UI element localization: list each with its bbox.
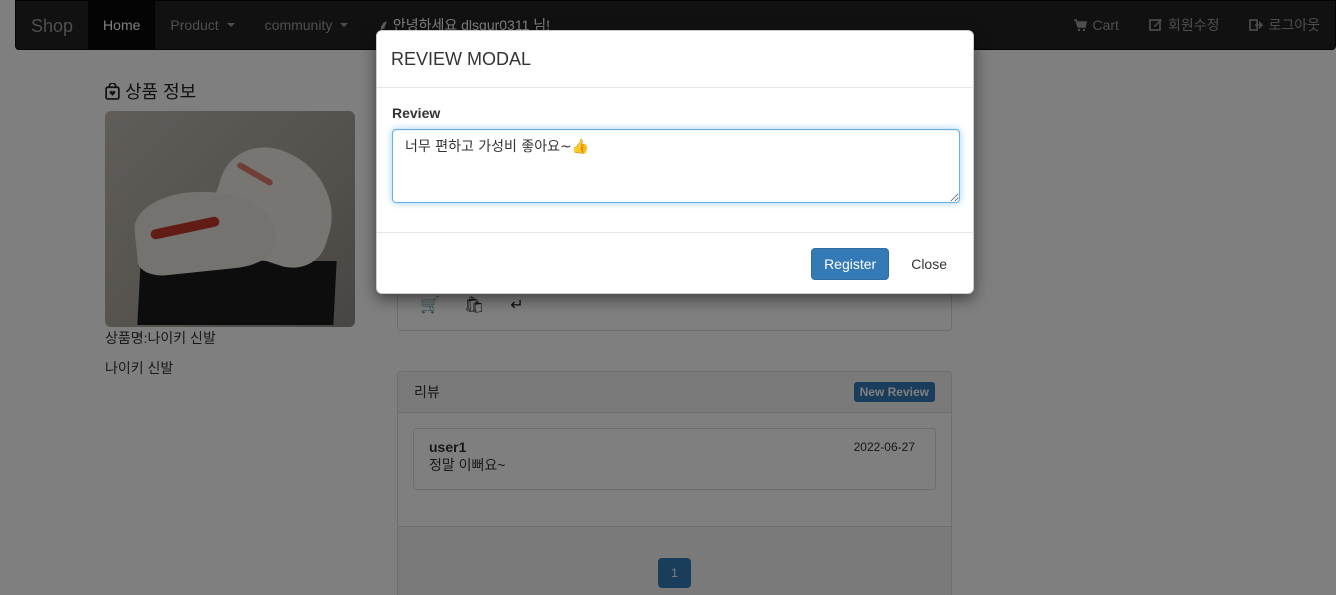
review-textarea[interactable]: 너무 편하고 가성비 좋아요~👍 xyxy=(392,129,960,203)
register-button[interactable]: Register xyxy=(811,247,890,280)
modal-body: Review 너무 편하고 가성비 좋아요~👍 xyxy=(377,88,973,232)
modal-header: REVIEW MODAL xyxy=(377,31,973,88)
modal-footer: Register Close xyxy=(377,232,973,294)
review-modal: REVIEW MODAL Review 너무 편하고 가성비 좋아요~👍 Reg… xyxy=(376,30,974,294)
close-button[interactable]: Close xyxy=(899,248,959,279)
review-label: Review xyxy=(392,105,441,121)
modal-title: REVIEW MODAL xyxy=(391,48,532,69)
